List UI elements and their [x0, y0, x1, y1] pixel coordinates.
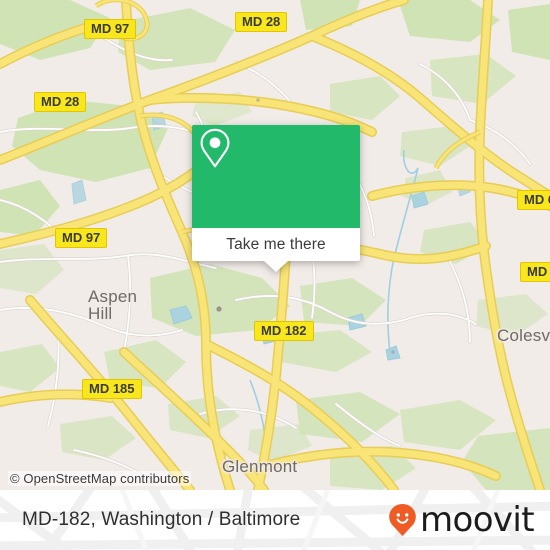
- footer-location-title: MD-182, Washington / Baltimore: [22, 509, 301, 530]
- callout-tail: [264, 261, 288, 272]
- take-me-there-callout[interactable]: Take me there: [192, 125, 360, 272]
- footer-bar: MD-182, Washington / Baltimore moovit: [0, 490, 550, 550]
- map-canvas[interactable]: MD 97 MD 28 MD 28 MD 97 MD 650 MD 6 MD 1…: [0, 0, 550, 490]
- road-shield: MD 650: [517, 190, 550, 210]
- moovit-brand[interactable]: moovit: [388, 500, 535, 540]
- place-label-aspen-hill: Aspen Hill: [88, 287, 138, 324]
- road-shield: MD 6: [520, 262, 550, 282]
- road-shield: MD 97: [55, 228, 108, 248]
- map-pin-icon: [200, 128, 230, 168]
- osm-attribution[interactable]: © OpenStreetMap contributors: [8, 471, 192, 486]
- place-label-colesville: Colesville: [497, 326, 550, 345]
- road-shield: MD 28: [235, 12, 288, 32]
- moovit-smiley-pin-icon: [389, 504, 416, 536]
- take-me-there-label: Take me there: [226, 235, 326, 253]
- road-shield: MD 97: [84, 19, 137, 39]
- moovit-wordmark: moovit: [419, 500, 535, 540]
- place-label-glenmont: Glenmont: [222, 457, 298, 476]
- callout-header: [192, 125, 360, 228]
- road-shield: MD 185: [82, 379, 142, 399]
- moovit-map-page: MD 97 MD 28 MD 28 MD 97 MD 650 MD 6 MD 1…: [0, 0, 550, 550]
- callout-footer[interactable]: Take me there: [192, 228, 360, 272]
- road-shield: MD 182: [254, 321, 314, 341]
- road-shield: MD 28: [34, 92, 87, 112]
